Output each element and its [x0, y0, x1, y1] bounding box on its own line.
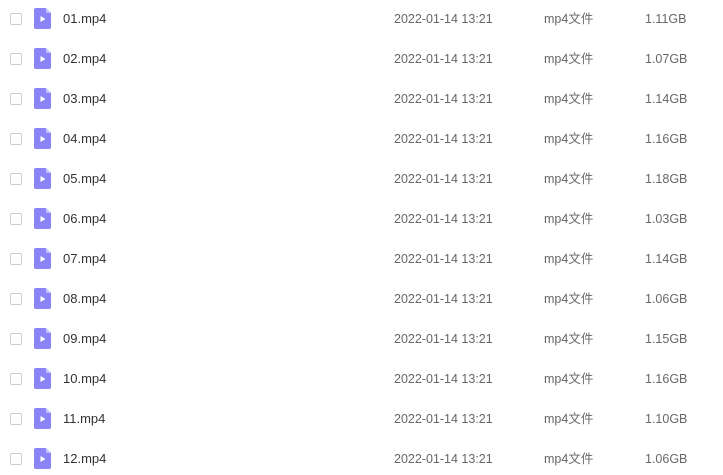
file-type: mp4文件	[544, 212, 594, 226]
video-file-icon	[34, 208, 51, 229]
file-date: 2022-01-14 13:21	[394, 412, 493, 426]
file-size: 1.18GB	[645, 172, 688, 186]
file-date: 2022-01-14 13:21	[394, 292, 493, 306]
file-size: 1.10GB	[645, 412, 688, 426]
file-date: 2022-01-14 13:21	[394, 52, 493, 66]
file-name[interactable]: 10.mp4	[63, 371, 106, 387]
video-file-icon	[34, 48, 51, 69]
file-type: mp4文件	[544, 252, 594, 266]
row-checkbox[interactable]	[10, 253, 22, 265]
file-size: 1.14GB	[645, 252, 688, 266]
file-date: 2022-01-14 13:21	[394, 252, 493, 266]
file-row[interactable]: 12.mp4 2022-01-14 13:21 mp4文件 1.06GB	[0, 440, 723, 475]
file-date: 2022-01-14 13:21	[394, 132, 493, 146]
file-row[interactable]: 05.mp4 2022-01-14 13:21 mp4文件 1.18GB	[0, 160, 723, 200]
file-row[interactable]: 08.mp4 2022-01-14 13:21 mp4文件 1.06GB	[0, 280, 723, 320]
file-size: 1.06GB	[645, 292, 688, 306]
file-date: 2022-01-14 13:21	[394, 332, 493, 346]
file-size: 1.07GB	[645, 52, 688, 66]
file-size: 1.16GB	[645, 132, 688, 146]
row-checkbox[interactable]	[10, 373, 22, 385]
file-name[interactable]: 11.mp4	[63, 411, 105, 427]
file-size: 1.14GB	[645, 92, 688, 106]
file-size: 1.16GB	[645, 372, 688, 386]
file-row[interactable]: 10.mp4 2022-01-14 13:21 mp4文件 1.16GB	[0, 360, 723, 400]
video-file-icon	[34, 248, 51, 269]
file-type: mp4文件	[544, 12, 594, 26]
video-file-icon	[34, 128, 51, 149]
file-type: mp4文件	[544, 332, 594, 346]
file-type: mp4文件	[544, 92, 594, 106]
file-date: 2022-01-14 13:21	[394, 212, 493, 226]
video-file-icon	[34, 328, 51, 349]
file-name[interactable]: 12.mp4	[63, 451, 106, 467]
file-date: 2022-01-14 13:21	[394, 172, 493, 186]
file-size: 1.03GB	[645, 212, 688, 226]
row-checkbox[interactable]	[10, 133, 22, 145]
file-size: 1.11GB	[645, 12, 687, 26]
file-row[interactable]: 04.mp4 2022-01-14 13:21 mp4文件 1.16GB	[0, 120, 723, 160]
video-file-icon	[34, 448, 51, 469]
file-name[interactable]: 05.mp4	[63, 171, 106, 187]
file-type: mp4文件	[544, 52, 594, 66]
file-type: mp4文件	[544, 132, 594, 146]
file-row[interactable]: 09.mp4 2022-01-14 13:21 mp4文件 1.15GB	[0, 320, 723, 360]
file-row[interactable]: 01.mp4 2022-01-14 13:21 mp4文件 1.11GB	[0, 0, 723, 40]
file-date: 2022-01-14 13:21	[394, 12, 493, 26]
file-row[interactable]: 11.mp4 2022-01-14 13:21 mp4文件 1.10GB	[0, 400, 723, 440]
file-type: mp4文件	[544, 452, 594, 466]
row-checkbox[interactable]	[10, 293, 22, 305]
file-name[interactable]: 02.mp4	[63, 51, 106, 67]
video-file-icon	[34, 88, 51, 109]
file-name[interactable]: 07.mp4	[63, 251, 106, 267]
row-checkbox[interactable]	[10, 213, 22, 225]
row-checkbox[interactable]	[10, 13, 22, 25]
file-name[interactable]: 06.mp4	[63, 211, 106, 227]
file-name[interactable]: 01.mp4	[63, 11, 106, 27]
video-file-icon	[34, 8, 51, 29]
row-checkbox[interactable]	[10, 53, 22, 65]
file-row[interactable]: 03.mp4 2022-01-14 13:21 mp4文件 1.14GB	[0, 80, 723, 120]
file-size: 1.06GB	[645, 452, 688, 466]
row-checkbox[interactable]	[10, 93, 22, 105]
video-file-icon	[34, 368, 51, 389]
file-name[interactable]: 08.mp4	[63, 291, 106, 307]
file-type: mp4文件	[544, 372, 594, 386]
file-list: 01.mp4 2022-01-14 13:21 mp4文件 1.11GB 02.mp4 2…	[0, 0, 723, 475]
row-checkbox[interactable]	[10, 333, 22, 345]
file-date: 2022-01-14 13:21	[394, 372, 493, 386]
row-checkbox[interactable]	[10, 413, 22, 425]
file-name[interactable]: 09.mp4	[63, 331, 106, 347]
file-row[interactable]: 06.mp4 2022-01-14 13:21 mp4文件 1.03GB	[0, 200, 723, 240]
row-checkbox[interactable]	[10, 453, 22, 465]
file-row[interactable]: 02.mp4 2022-01-14 13:21 mp4文件 1.07GB	[0, 40, 723, 80]
file-name[interactable]: 03.mp4	[63, 91, 106, 107]
file-row[interactable]: 07.mp4 2022-01-14 13:21 mp4文件 1.14GB	[0, 240, 723, 280]
file-type: mp4文件	[544, 172, 594, 186]
file-name[interactable]: 04.mp4	[63, 131, 106, 147]
file-type: mp4文件	[544, 292, 594, 306]
video-file-icon	[34, 168, 51, 189]
file-size: 1.15GB	[645, 332, 688, 346]
row-checkbox[interactable]	[10, 173, 22, 185]
video-file-icon	[34, 288, 51, 309]
file-type: mp4文件	[544, 412, 594, 426]
video-file-icon	[34, 408, 51, 429]
file-date: 2022-01-14 13:21	[394, 452, 493, 466]
file-date: 2022-01-14 13:21	[394, 92, 493, 106]
